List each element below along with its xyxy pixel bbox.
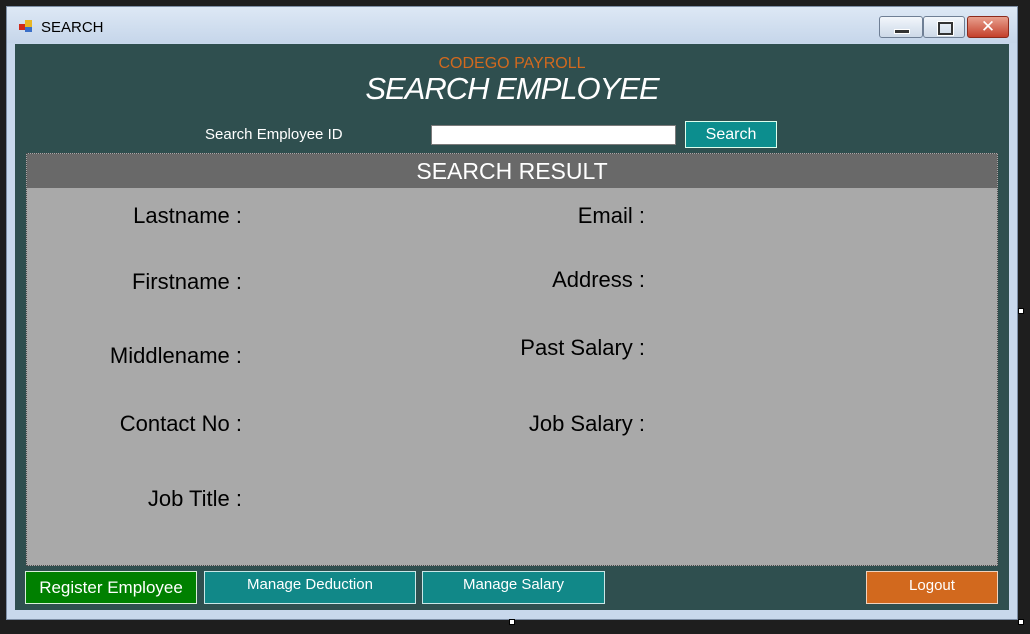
search-button[interactable]: Search [685,121,777,148]
logout-button[interactable]: Logout [866,571,998,604]
search-employee-id-label: Search Employee ID [205,126,343,143]
resize-handle-corner[interactable] [1018,619,1024,625]
register-employee-button[interactable]: Register Employee [25,571,197,604]
email-label: Email : [577,203,645,228]
job-title-label: Job Title : [147,486,242,511]
close-button[interactable]: ✕ [967,16,1009,38]
manage-salary-button[interactable]: Manage Salary [422,571,605,604]
app-icon [19,20,33,32]
page-title: SEARCH EMPLOYEE [365,71,659,106]
close-icon: ✕ [980,17,996,37]
search-window: SEARCH ✕ CODEGO PAYROLL SEARCH EMPLOYEE … [6,6,1018,620]
manage-deduction-button[interactable]: Manage Deduction [204,571,416,604]
firstname-label: Firstname : [131,269,242,294]
search-result-header: SEARCH RESULT [27,154,997,188]
resize-handle-right[interactable] [1018,308,1024,314]
window-title: SEARCH [41,19,104,36]
search-employee-id-input[interactable] [431,125,676,145]
minimize-button[interactable] [879,16,923,38]
resize-handle-bottom[interactable] [509,619,515,625]
maximize-icon [938,22,953,35]
lastname-label: Lastname : [133,203,242,228]
maximize-button[interactable] [923,16,965,38]
contact-no-label: Contact No : [119,411,242,436]
job-salary-label: Job Salary : [528,411,645,436]
past-salary-label: Past Salary : [520,335,645,360]
title-bar[interactable]: SEARCH ✕ [7,7,1017,43]
search-result-panel: SEARCH RESULT Lastname : Firstname : Mid… [26,153,998,566]
middlename-label: Middlename : [109,343,242,368]
form-client-area: CODEGO PAYROLL SEARCH EMPLOYEE Search Em… [15,44,1009,610]
address-label: Address : [552,267,645,292]
minimize-icon [894,29,910,34]
